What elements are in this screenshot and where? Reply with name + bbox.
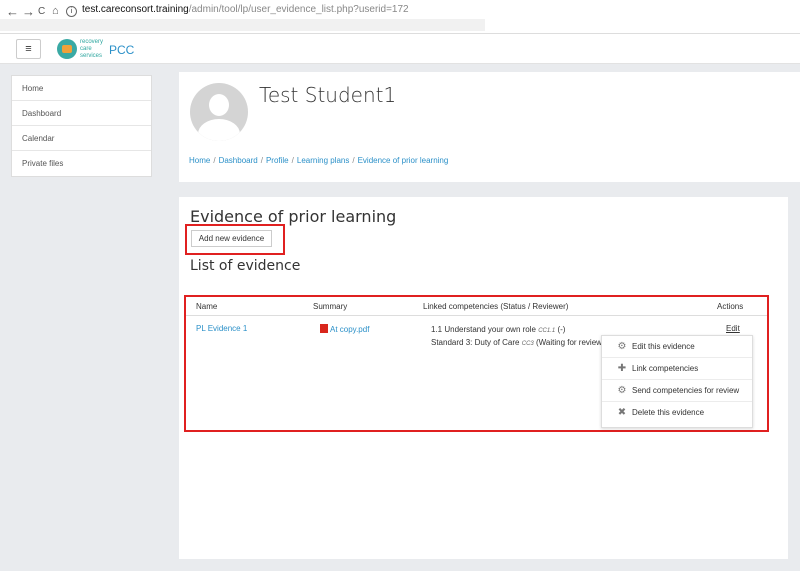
pdf-icon <box>320 324 328 333</box>
breadcrumb-separator: / <box>352 156 355 165</box>
plus-icon: ✚ <box>617 363 627 374</box>
evidence-name-link[interactable]: PL Evidence 1 <box>196 324 247 333</box>
gear-icon: ⚙ <box>617 341 627 352</box>
breadcrumb-separator: / <box>291 156 294 165</box>
column-header-actions: Actions <box>717 302 744 311</box>
back-icon[interactable]: ← <box>6 4 19 19</box>
close-icon: ✖ <box>617 407 627 418</box>
top-navbar: ≡ recovery care services PCC <box>0 34 800 64</box>
sidebar-item-home[interactable]: Home <box>12 76 151 101</box>
add-new-evidence-button[interactable]: Add new evidence <box>191 230 272 247</box>
address-bar[interactable]: i test.careconsort.training/admin/tool/lp… <box>66 4 409 17</box>
gear-icon: ⚙ <box>617 385 627 396</box>
bookmarks-bar <box>0 19 485 31</box>
user-name: Test Student1 <box>259 83 397 107</box>
column-header-summary: Summary <box>313 302 348 311</box>
list-heading: List of evidence <box>190 258 301 274</box>
menu-item-send-for-review[interactable]: ⚙ Send competencies for review <box>602 380 752 402</box>
column-header-linked: Linked competencies (Status / Reviewer) <box>423 302 569 311</box>
breadcrumb-learning-plans[interactable]: Learning plans <box>297 156 349 165</box>
forward-icon[interactable]: → <box>22 4 35 19</box>
evidence-table: Name Summary Linked competencies (Status… <box>184 295 769 432</box>
main-content: Evidence of prior learning Add new evide… <box>179 197 788 559</box>
sidebar-item-private-files[interactable]: Private files <box>12 151 151 176</box>
evidence-file-link[interactable]: At copy.pdf <box>320 324 369 334</box>
breadcrumb: Home / Dashboard / Profile / Learning plans / Ev… <box>189 156 448 165</box>
browser-chrome: ← → C ⌂ i test.careconsort.training/admin… <box>0 0 800 34</box>
breadcrumb-profile[interactable]: Profile <box>266 156 289 165</box>
breadcrumb-evidence[interactable]: Evidence of prior learning <box>358 156 449 165</box>
competency-line: Standard 3: Duty of Care CC3 (Waiting fo… <box>431 338 601 347</box>
info-icon[interactable]: i <box>66 6 77 17</box>
breadcrumb-home[interactable]: Home <box>189 156 210 165</box>
competency-line: 1.1 Understand your own role CC1.1 (-) <box>431 325 566 334</box>
url-path: /admin/tool/lp/user_evidence_list.php?us… <box>188 4 409 15</box>
action-dropdown-menu: ⚙ Edit this evidence ✚ Link competencies ⚙… <box>601 335 753 428</box>
logo-text: recovery care services <box>80 39 104 59</box>
sidebar-nav: Home Dashboard Calendar Private files <box>11 75 152 177</box>
menu-item-link-competencies[interactable]: ✚ Link competencies <box>602 358 752 380</box>
site-logo-icon[interactable] <box>57 39 77 59</box>
page-header: Test Student1 Home / Dashboard / Profile / Lea… <box>179 72 800 182</box>
sidebar-item-dashboard[interactable]: Dashboard <box>12 101 151 126</box>
reload-icon[interactable]: C <box>38 6 45 17</box>
site-name-link[interactable]: PCC <box>109 43 134 57</box>
hamburger-menu-button[interactable]: ≡ <box>16 39 41 59</box>
edit-menu-toggle[interactable]: Edit <box>726 324 740 333</box>
home-icon[interactable]: ⌂ <box>52 5 59 17</box>
table-header-divider <box>186 315 767 316</box>
sidebar-item-calendar[interactable]: Calendar <box>12 126 151 151</box>
linked-competencies: 1.1 Understand your own role CC1.1 (-) S… <box>431 324 601 350</box>
breadcrumb-separator: / <box>260 156 263 165</box>
url-host: test.careconsort.training <box>82 4 189 15</box>
column-header-name: Name <box>196 302 218 311</box>
menu-item-edit-evidence[interactable]: ⚙ Edit this evidence <box>602 336 752 358</box>
breadcrumb-dashboard[interactable]: Dashboard <box>219 156 258 165</box>
file-name: At copy.pdf <box>330 325 370 334</box>
avatar[interactable] <box>190 83 248 141</box>
breadcrumb-separator: / <box>213 156 216 165</box>
menu-item-delete-evidence[interactable]: ✖ Delete this evidence <box>602 402 752 424</box>
